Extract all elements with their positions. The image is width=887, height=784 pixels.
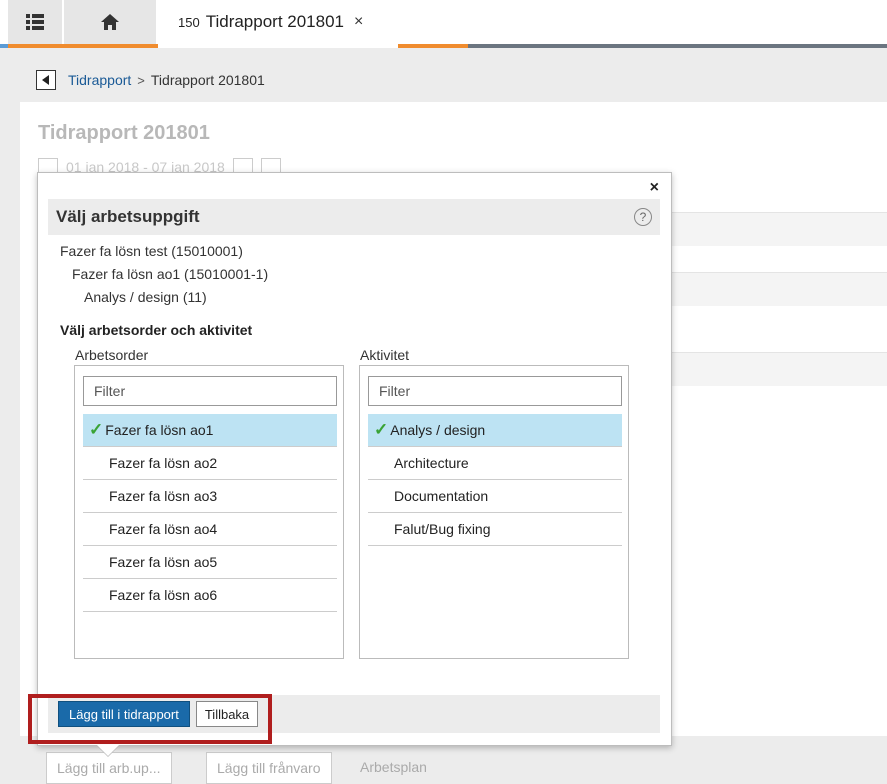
work-order-list-item[interactable]: ✓ Fazer fa lösn ao1 — [83, 414, 337, 447]
work-plan-label[interactable]: Arbetsplan — [360, 759, 427, 775]
menu-tab[interactable] — [8, 0, 62, 44]
table-row — [672, 352, 887, 386]
breadcrumb-separator: > — [137, 72, 145, 88]
activity-item-label: Architecture — [394, 455, 469, 471]
activity-list: ✓ Analys / design Architecture Documentatio… — [368, 414, 622, 546]
activity-list-item[interactable]: Falut/Bug fixing — [368, 513, 622, 546]
work-order-item-label: Fazer fa lösn ao3 — [109, 488, 218, 504]
work-order-label: Arbetsorder — [75, 347, 149, 363]
checkmark-icon: ✓ — [89, 420, 104, 439]
activity-label: Aktivitet — [360, 347, 410, 363]
home-tab[interactable] — [64, 0, 156, 44]
checkmark-icon: ✓ — [374, 420, 389, 439]
tab-tidrapport[interactable]: 150 Tidrapport 201801 × — [160, 0, 398, 44]
tab-bar: 150 Tidrapport 201801 × — [0, 0, 887, 48]
work-order-list: ✓ Fazer fa lösn ao1 Fazer fa lösn ao2 Fazer… — [83, 414, 337, 612]
work-order-list-item[interactable]: Fazer fa lösn ao6 — [83, 579, 337, 612]
dialog-title: Välj arbetsuppgift — [56, 207, 200, 226]
work-order-item-label: Fazer fa lösn ao6 — [109, 587, 218, 603]
table-row — [672, 212, 887, 246]
tab-number: 150 — [178, 14, 200, 30]
activity-list-box: Filter ✓ Analys / design Architecture Docum… — [359, 365, 629, 659]
activity-item-label: Falut/Bug fixing — [394, 521, 491, 537]
activity-list-item[interactable]: Documentation — [368, 480, 622, 513]
table-row — [672, 272, 887, 306]
back-button[interactable] — [36, 70, 56, 90]
work-order-list-item[interactable]: Fazer fa lösn ao4 — [83, 513, 337, 546]
work-order-item-label: Fazer fa lösn ao1 — [105, 422, 214, 438]
work-order-path: Fazer fa lösn ao1 (15010001-1) — [72, 266, 269, 282]
select-task-dialog: × Välj arbetsuppgift ? Fazer fa lösn tes… — [37, 172, 672, 746]
activity-item-label: Documentation — [394, 488, 489, 504]
grid-menu-icon — [26, 14, 44, 30]
add-absence-button[interactable]: Lägg till frånvaro — [206, 752, 332, 784]
tab-close-icon[interactable]: × — [354, 13, 363, 31]
activity-filter-input[interactable]: Filter — [368, 376, 622, 406]
breadcrumb: Tidrapport > Tidrapport 201801 — [20, 58, 887, 102]
work-order-filter-input[interactable]: Filter — [83, 376, 337, 406]
work-order-list-item[interactable]: Fazer fa lösn ao2 — [83, 447, 337, 480]
work-order-item-label: Fazer fa lösn ao4 — [109, 521, 218, 537]
tab-title: Tidrapport 201801 — [205, 12, 345, 31]
breadcrumb-current: Tidrapport 201801 — [150, 72, 265, 88]
activity-item-label: Analys / design — [390, 422, 486, 438]
callout-pointer — [96, 744, 120, 756]
activity-list-item[interactable]: Architecture — [368, 447, 622, 480]
work-order-list-item[interactable]: Fazer fa lösn ao5 — [83, 546, 337, 579]
close-icon[interactable]: × — [650, 179, 659, 197]
page-title: Tidrapport 201801 — [38, 122, 210, 144]
back-arrow-icon — [42, 75, 49, 85]
activity-list-item[interactable]: ✓ Analys / design — [368, 414, 622, 447]
work-order-item-label: Fazer fa lösn ao2 — [109, 455, 218, 471]
work-order-list-item[interactable]: Fazer fa lösn ao3 — [83, 480, 337, 513]
help-icon[interactable]: ? — [634, 208, 652, 226]
breadcrumb-link[interactable]: Tidrapport — [68, 72, 131, 88]
highlight-annotation — [28, 694, 272, 744]
activity-path: Analys / design (11) — [84, 289, 207, 305]
project-path: Fazer fa lösn test (15010001) — [60, 243, 243, 259]
dialog-header: Välj arbetsuppgift ? — [48, 199, 660, 235]
work-order-list-box: Filter ✓ Fazer fa lösn ao1 Fazer fa lösn a… — [74, 365, 344, 659]
add-task-button[interactable]: Lägg till arb.up... — [46, 752, 172, 784]
section-label: Välj arbetsorder och aktivitet — [60, 322, 253, 338]
home-icon — [101, 14, 119, 30]
work-order-item-label: Fazer fa lösn ao5 — [109, 554, 218, 570]
